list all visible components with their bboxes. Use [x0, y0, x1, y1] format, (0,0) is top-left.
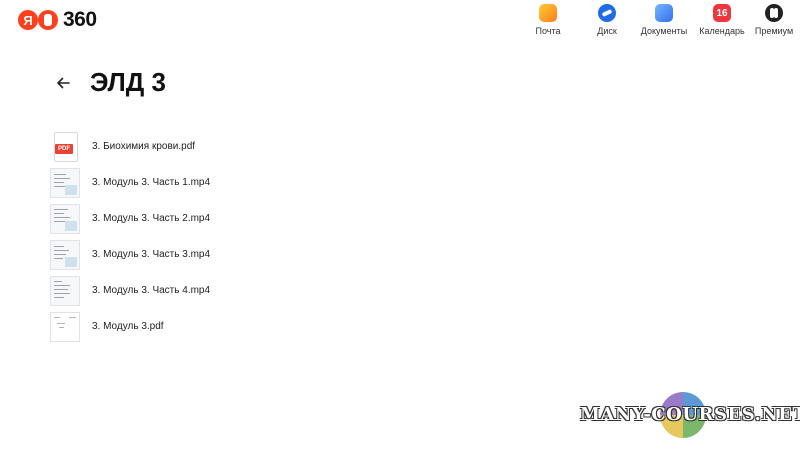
- yandex-360-logo[interactable]: Я 360: [18, 8, 97, 32]
- arrow-left-icon: [57, 77, 70, 89]
- file-name: 3. Биохимия крови.pdf: [92, 140, 196, 152]
- service-premium[interactable]: Премиум: [748, 4, 800, 36]
- yandex-logo-icon: Я: [18, 10, 38, 30]
- back-button[interactable]: [54, 74, 72, 92]
- premium-icon: [765, 4, 783, 22]
- service-label: Премиум: [754, 26, 794, 36]
- service-documents[interactable]: Документы: [638, 4, 690, 36]
- disk-icon: [598, 4, 616, 22]
- watermark-text: MANY-COURSES.NET: [580, 404, 800, 425]
- file-row[interactable]: 3. Модуль 3. Часть 4.mp4: [50, 272, 570, 308]
- file-name: 3. Модуль 3. Часть 2.mp4: [92, 212, 211, 224]
- service-label: Почта: [535, 26, 561, 36]
- pdf-file-icon: PDF: [50, 132, 78, 162]
- video-thumbnail: [50, 276, 80, 306]
- service-disk[interactable]: Диск: [582, 4, 632, 36]
- file-name: 3. Модуль 3. Часть 4.mp4: [92, 284, 211, 296]
- service-mail[interactable]: Почта: [524, 4, 572, 36]
- file-row[interactable]: 3. Модуль 3. Часть 1.mp4: [50, 164, 570, 200]
- 360-ring-icon: [38, 10, 58, 30]
- video-thumbnail: [50, 240, 80, 270]
- calendar-icon: 16: [713, 4, 731, 22]
- video-thumbnail: [50, 204, 80, 234]
- mail-icon: [539, 4, 557, 22]
- file-row[interactable]: PDF 3. Биохимия крови.pdf: [50, 128, 570, 164]
- service-label: Календарь: [699, 26, 745, 36]
- service-label: Документы: [640, 26, 688, 36]
- logo-text: 360: [63, 8, 97, 31]
- services-bar: Почта Диск Документы 16 Календарь Премиу…: [524, 4, 800, 36]
- file-row[interactable]: 3. Модуль 3. Часть 3.mp4: [50, 236, 570, 272]
- file-row[interactable]: 3. Модуль 3.pdf: [50, 308, 570, 344]
- file-list: PDF 3. Биохимия крови.pdf 3. Модуль 3. Ч…: [50, 128, 570, 344]
- service-calendar[interactable]: 16 Календарь: [698, 4, 746, 36]
- file-row[interactable]: 3. Модуль 3. Часть 2.mp4: [50, 200, 570, 236]
- pdf-preview-thumbnail: [50, 312, 80, 342]
- folder-title: ЭЛД 3: [90, 67, 166, 97]
- file-name: 3. Модуль 3.pdf: [92, 320, 164, 332]
- file-name: 3. Модуль 3. Часть 3.mp4: [92, 248, 211, 260]
- service-label: Диск: [597, 26, 617, 36]
- video-thumbnail: [50, 168, 80, 198]
- file-name: 3. Модуль 3. Часть 1.mp4: [92, 176, 211, 188]
- docs-icon: [655, 4, 673, 22]
- watermark: MANY-COURSES.NET: [580, 392, 800, 442]
